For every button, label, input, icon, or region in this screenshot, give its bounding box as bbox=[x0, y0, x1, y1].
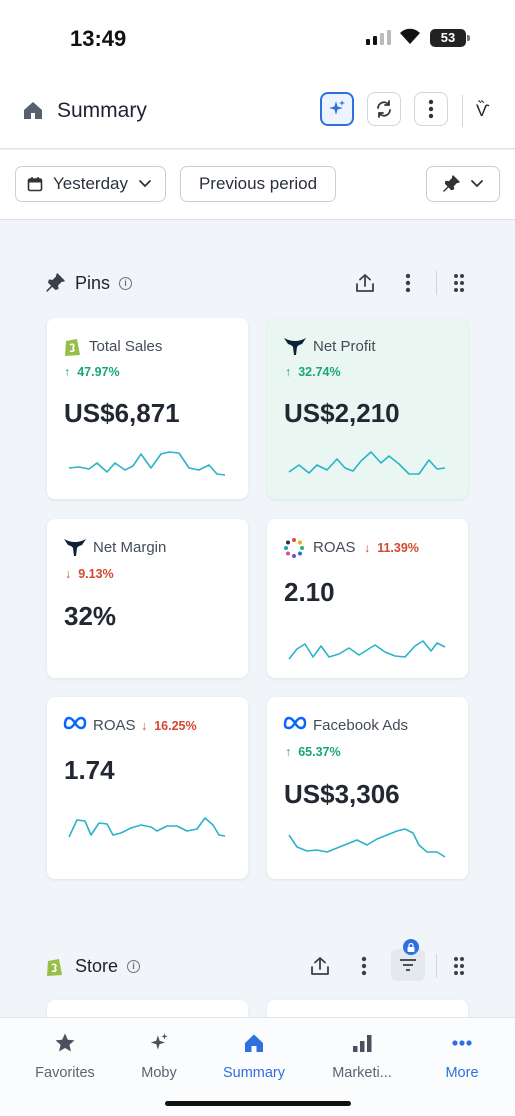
chevron-down-icon bbox=[471, 180, 483, 188]
filter-lines-icon bbox=[400, 959, 416, 971]
home-icon bbox=[24, 102, 42, 119]
metric-title: Facebook Ads bbox=[313, 717, 409, 734]
brand-logo[interactable]: Ѷ bbox=[476, 101, 490, 121]
header-divider bbox=[462, 95, 463, 127]
bar-chart-icon bbox=[353, 1035, 372, 1052]
home-icon bbox=[245, 1034, 263, 1052]
info-icon[interactable]: i bbox=[127, 959, 141, 973]
metric-delta: ↓ 16.25% bbox=[141, 719, 197, 733]
metric-card-roas[interactable]: ROAS ↓ 11.39% 2.10 bbox=[267, 519, 468, 678]
metric-title: Net Profit bbox=[313, 338, 376, 355]
nav-label: More bbox=[445, 1065, 479, 1081]
metric-card-total-sales[interactable]: Total Sales ↑ 47.97% US$6,871 bbox=[47, 318, 248, 499]
triple-whale-icon bbox=[64, 539, 86, 556]
calendar-icon bbox=[27, 177, 43, 192]
star-icon bbox=[55, 1033, 75, 1052]
info-icon[interactable]: i bbox=[119, 276, 133, 290]
sparkline-chart bbox=[68, 451, 226, 476]
metric-card-meta-roas[interactable]: ROAS ↓ 16.25% 1.74 bbox=[47, 697, 248, 879]
multi-channel-dots-icon bbox=[284, 538, 304, 558]
metric-title: Total Sales bbox=[89, 338, 163, 355]
home-indicator bbox=[165, 1101, 351, 1106]
filter-bar: Yesterday Previous period bbox=[0, 150, 515, 220]
sparkline-chart bbox=[288, 640, 446, 660]
lock-icon bbox=[403, 939, 419, 955]
sparkle-icon bbox=[150, 1033, 168, 1050]
nav-favorites[interactable]: Favorites bbox=[15, 1032, 115, 1081]
section-divider bbox=[436, 954, 437, 978]
filter-locked-button[interactable] bbox=[391, 939, 425, 981]
drag-handle-icon[interactable] bbox=[453, 955, 465, 977]
metric-delta: ↓ 11.39% bbox=[364, 541, 419, 555]
nav-label: Favorites bbox=[35, 1065, 95, 1081]
nav-label: Summary bbox=[222, 1065, 286, 1081]
share-icon[interactable] bbox=[354, 272, 376, 294]
compare-period-label: Previous period bbox=[198, 174, 318, 193]
metric-value: 1.74 bbox=[64, 755, 115, 785]
nav-label: Moby bbox=[141, 1065, 177, 1081]
metric-title: ROAS bbox=[93, 717, 136, 734]
signal-icon bbox=[366, 30, 391, 45]
wifi-icon bbox=[400, 28, 420, 44]
nav-summary[interactable]: Summary bbox=[204, 1032, 304, 1081]
vertical-dots-icon[interactable] bbox=[361, 955, 367, 977]
pin-icon bbox=[46, 273, 65, 292]
sparkle-icon bbox=[329, 100, 345, 115]
sparkline-chart bbox=[68, 817, 226, 838]
sparkline-chart bbox=[288, 451, 446, 475]
more-options-button[interactable] bbox=[414, 92, 448, 126]
shopify-icon bbox=[65, 339, 80, 356]
status-bar: 13:49 53 bbox=[0, 0, 515, 75]
metric-value: 32% bbox=[64, 601, 117, 631]
page-title: Summary bbox=[57, 99, 147, 122]
metric-card-facebook-ads[interactable]: Facebook Ads ↑ 65.37% US$3,306 bbox=[267, 697, 468, 879]
metric-delta: ↑ 32.74% bbox=[285, 365, 341, 379]
meta-icon bbox=[283, 716, 307, 730]
app-header: Summary Ѷ bbox=[0, 75, 515, 149]
metric-card-net-profit[interactable]: Net Profit ↑ 32.74% US$2,210 bbox=[267, 318, 468, 499]
ai-sparkle-button[interactable] bbox=[320, 92, 354, 126]
battery-level: 53 bbox=[440, 30, 456, 45]
vertical-dots-icon bbox=[428, 99, 434, 119]
pins-section-header: Pins i bbox=[45, 268, 475, 298]
refresh-button[interactable] bbox=[367, 92, 401, 126]
metric-card-net-margin[interactable]: Net Margin ↓ 9.13% 32% bbox=[47, 519, 248, 678]
store-section-header: Store i bbox=[45, 939, 475, 981]
share-icon[interactable] bbox=[309, 955, 331, 977]
metric-delta: ↑ 65.37% bbox=[285, 745, 341, 759]
date-range-dropdown[interactable]: Yesterday bbox=[15, 166, 166, 202]
triple-whale-icon bbox=[284, 338, 306, 355]
date-range-label: Yesterday bbox=[53, 174, 128, 193]
metric-value: US$6,871 bbox=[64, 398, 180, 428]
refresh-icon bbox=[377, 100, 391, 118]
metric-value: US$2,210 bbox=[284, 398, 400, 428]
metric-delta: ↓ 9.13% bbox=[65, 567, 114, 581]
meta-icon bbox=[63, 716, 87, 730]
vertical-dots-icon[interactable] bbox=[405, 272, 411, 294]
metric-value: 2.10 bbox=[284, 577, 335, 607]
metric-value: US$3,306 bbox=[284, 779, 400, 809]
metric-delta: ↑ 47.97% bbox=[64, 365, 120, 379]
store-section-title: Store bbox=[75, 955, 119, 976]
metric-title: ROAS bbox=[313, 539, 356, 556]
section-divider bbox=[436, 271, 437, 295]
more-dots-icon bbox=[452, 1040, 472, 1046]
shopify-icon bbox=[47, 958, 62, 976]
chevron-down-icon bbox=[139, 180, 151, 188]
compare-period-button[interactable]: Previous period bbox=[180, 166, 336, 202]
nav-label: Marketi... bbox=[332, 1065, 392, 1081]
nav-moby[interactable]: Moby bbox=[109, 1032, 209, 1081]
pins-section-title: Pins bbox=[75, 272, 111, 293]
drag-handle-icon[interactable] bbox=[453, 272, 465, 294]
battery-icon: 53 bbox=[430, 29, 470, 47]
pin-icon bbox=[443, 175, 460, 192]
sparkline-chart bbox=[288, 828, 446, 858]
metric-title: Net Margin bbox=[93, 539, 167, 556]
status-time: 13:49 bbox=[70, 26, 127, 51]
pin-filter-dropdown[interactable] bbox=[426, 166, 500, 202]
nav-more[interactable]: More bbox=[412, 1032, 512, 1081]
nav-marketing[interactable]: Marketi... bbox=[312, 1032, 412, 1081]
